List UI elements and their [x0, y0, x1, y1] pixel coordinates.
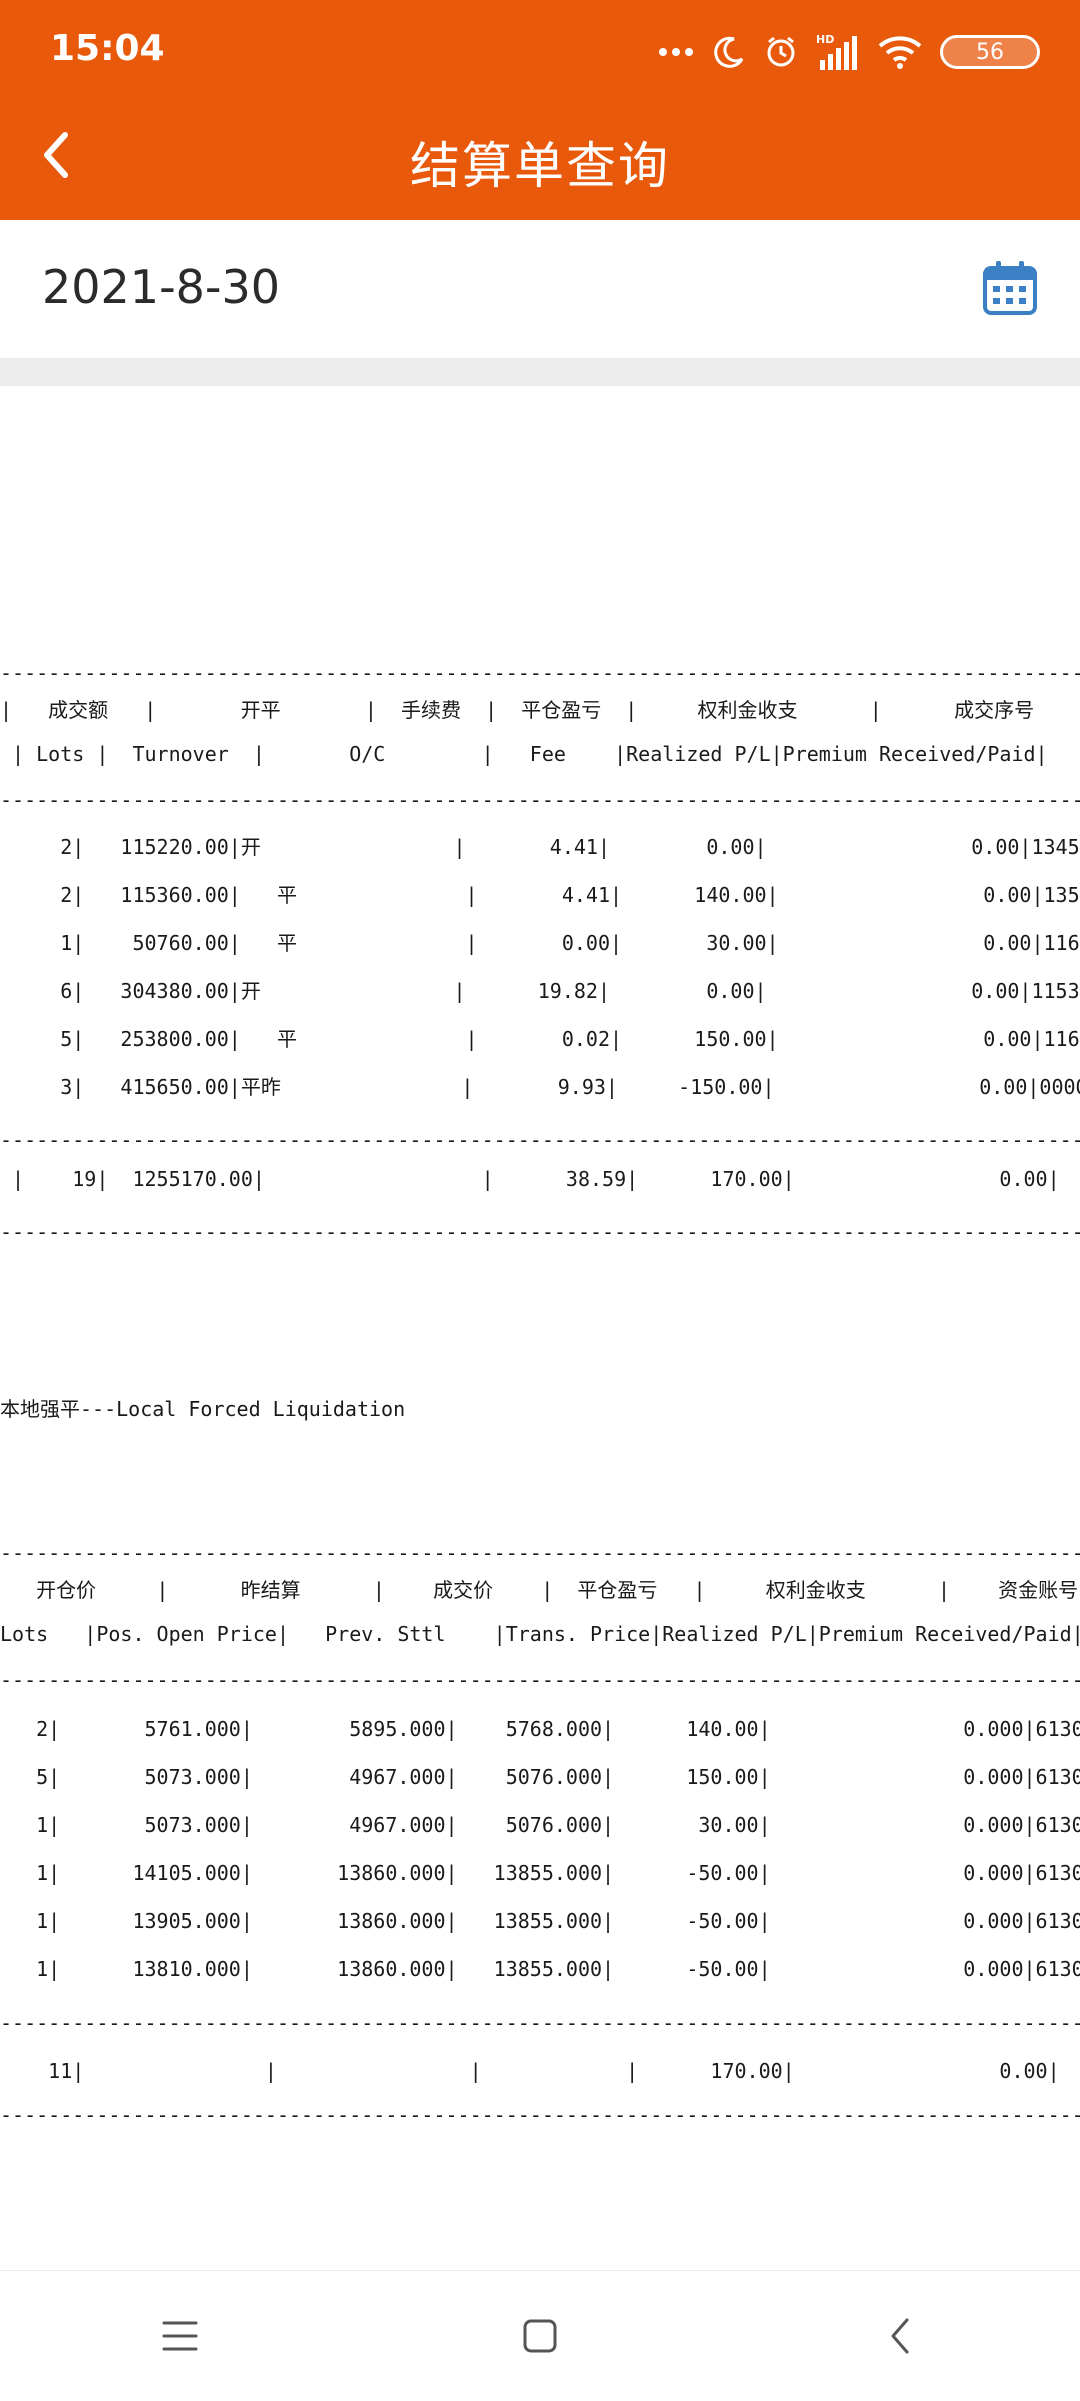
- menu-icon: [162, 2321, 198, 2351]
- status-icons: HD 56: [658, 30, 1040, 74]
- table-row: 2| 5761.000| 5895.000| 5768.000| 140.00|…: [0, 1717, 1080, 1741]
- date-row: 2021-8-30: [0, 220, 1080, 358]
- table-row: 2| 115220.00|开 | 4.41| 0.00| 0.00|134589…: [0, 835, 1080, 859]
- table-header-en: | Lots | Turnover | O/C | Fee |Realized …: [0, 742, 1080, 766]
- table-row: 1| 13810.000| 13860.000| 13855.000| -50.…: [0, 1957, 1080, 1981]
- calendar-button[interactable]: [980, 258, 1040, 318]
- table-header-cn: | 成交额 | 开平 | 手续费 | 平仓盈亏 | 权利金收支 | 成交序号 |…: [0, 698, 1035, 722]
- home-square-icon: [523, 2319, 557, 2353]
- app-header: 15:04 HD 56 结算单查询: [0, 0, 1080, 220]
- calendar-icon: [983, 261, 1037, 315]
- more-dots-icon: [658, 47, 694, 57]
- back-triangle-icon: [891, 2318, 909, 2354]
- separator-line: ----------------------------------------…: [0, 1128, 1080, 1152]
- table-row: 6| 304380.00|开 | 19.82| 0.00| 0.00|11538…: [0, 979, 1080, 1003]
- wifi-icon: [878, 34, 922, 70]
- table-row: 3| 415650.00|平昨 | 9.93| -150.00| 0.00|00…: [0, 1075, 1080, 1099]
- separator-line: ----------------------------------------…: [0, 2011, 1080, 2035]
- table-row: 2| 115360.00| 平 | 4.41| 140.00| 0.00|135…: [0, 883, 1080, 907]
- separator-line: ----------------------------------------…: [0, 2103, 1080, 2127]
- separator-line: ----------------------------------------…: [0, 1220, 1080, 1244]
- separator-line: ----------------------------------------…: [0, 661, 1080, 685]
- table-row: 5| 5073.000| 4967.000| 5076.000| 150.00|…: [0, 1765, 1080, 1789]
- local-forced-title: 本地强平---Local Forced Liquidation: [0, 1397, 406, 1421]
- table-row: 1| 14105.000| 13860.000| 13855.000| -50.…: [0, 1861, 1080, 1885]
- hd-signal-icon: HD: [816, 32, 860, 72]
- home-button[interactable]: [500, 2296, 580, 2376]
- battery-icon: 56: [940, 35, 1040, 69]
- table-header-cn: 开仓价 | 昨结算 | 成交价 | 平仓盈亏 | 权利金收支 | 资金账号 |: [0, 1578, 1080, 1602]
- separator-line: ----------------------------------------…: [0, 788, 1080, 812]
- date-value[interactable]: 2021-8-30: [42, 260, 280, 314]
- system-nav-bar: [0, 2270, 1080, 2401]
- settlement-report[interactable]: ----------------------------------------…: [0, 386, 1080, 2270]
- table-row: 5| 253800.00| 平 | 0.02| 150.00| 0.00|116…: [0, 1027, 1080, 1051]
- section-divider: [0, 358, 1080, 386]
- separator-line: ----------------------------------------…: [0, 1541, 1080, 1565]
- moon-icon: [712, 35, 746, 69]
- table-header-en: Lots |Pos. Open Price| Prev. Sttl |Trans…: [0, 1622, 1080, 1646]
- svg-text:HD: HD: [816, 33, 834, 46]
- separator-line: ----------------------------------------…: [0, 1668, 1080, 1692]
- table-row: 1| 5073.000| 4967.000| 5076.000| 30.00| …: [0, 1813, 1080, 1837]
- page-title: 结算单查询: [410, 137, 670, 195]
- total-row: 11| | | | 170.00| 0.00|: [0, 2059, 1060, 2083]
- system-back-button[interactable]: [860, 2296, 940, 2376]
- total-row: | 19| 1255170.00| | 38.59| 170.00| 0.00|: [0, 1167, 1060, 1191]
- alarm-icon: [764, 35, 798, 69]
- table-row: 1| 13905.000| 13860.000| 13855.000| -50.…: [0, 1909, 1080, 1933]
- status-time: 15:04: [50, 28, 165, 69]
- table-row: 1| 50760.00| 平 | 0.00| 30.00| 0.00|11659…: [0, 931, 1080, 955]
- menu-button[interactable]: [140, 2296, 220, 2376]
